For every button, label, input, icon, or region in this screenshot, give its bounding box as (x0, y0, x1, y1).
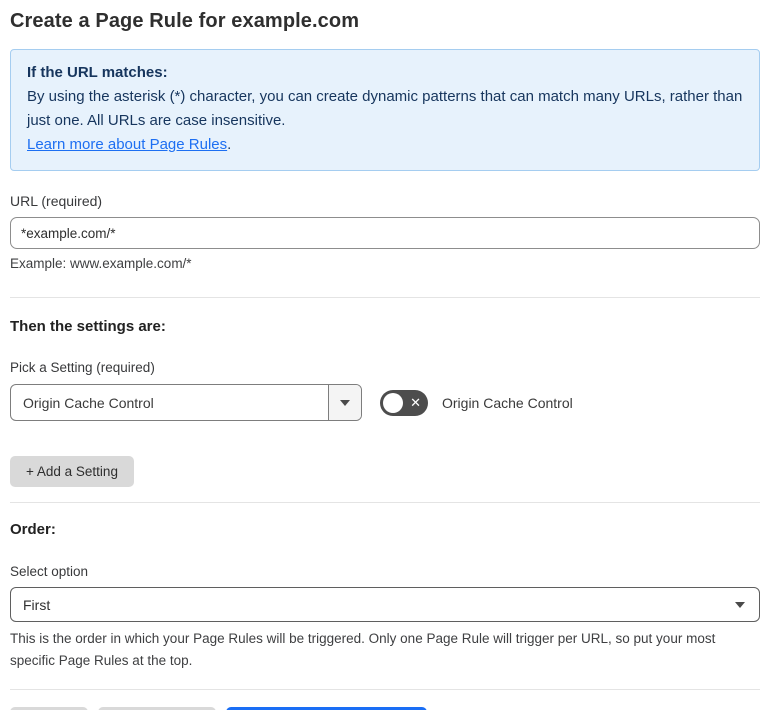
order-helper-text: This is the order in which your Page Rul… (10, 631, 716, 668)
info-box-link-line: Learn more about Page Rules. (27, 133, 743, 157)
order-select-label: Select option (10, 564, 89, 579)
setting-select-value: Origin Cache Control (23, 394, 154, 411)
learn-more-link[interactable]: Learn more about Page Rules (27, 136, 227, 153)
info-box-heading: If the URL matches: (27, 64, 168, 81)
setting-row: Origin Cache Control ✕ Origin Cache Cont… (10, 384, 760, 421)
chevron-down-icon (735, 601, 745, 608)
setting-toggle-label: Origin Cache Control (442, 394, 573, 411)
divider (10, 689, 760, 690)
info-box-body: By using the asterisk (*) character, you… (27, 88, 743, 129)
divider (10, 297, 760, 298)
settings-section-heading: Then the settings are: (10, 318, 166, 335)
divider (10, 502, 760, 503)
url-example-helper: Example: www.example.com/* (10, 256, 192, 271)
url-field-label: URL (required) (10, 193, 103, 209)
setting-toggle-off[interactable]: ✕ (380, 389, 428, 416)
url-match-info-box: If the URL matches: By using the asteris… (10, 49, 760, 171)
link-suffix-period: . (227, 136, 232, 153)
order-select[interactable]: First (10, 587, 760, 622)
order-select-caret-wrap (735, 601, 759, 608)
order-section-heading: Order: (10, 521, 56, 538)
add-setting-button[interactable]: + Add a Setting (10, 456, 134, 487)
order-select-value: First (23, 596, 51, 613)
toggle-x-icon: ✕ (410, 394, 421, 410)
pick-setting-label: Pick a Setting (required) (10, 360, 155, 375)
chevron-down-icon (340, 399, 350, 406)
create-page-rule-form: Create a Page Rule for example.com If th… (0, 0, 770, 710)
toggle-knob (383, 392, 403, 413)
url-input[interactable] (10, 217, 760, 249)
page-title: Create a Page Rule for example.com (10, 10, 360, 32)
setting-select[interactable]: Origin Cache Control (10, 384, 362, 421)
setting-select-caret-segment (328, 385, 361, 420)
